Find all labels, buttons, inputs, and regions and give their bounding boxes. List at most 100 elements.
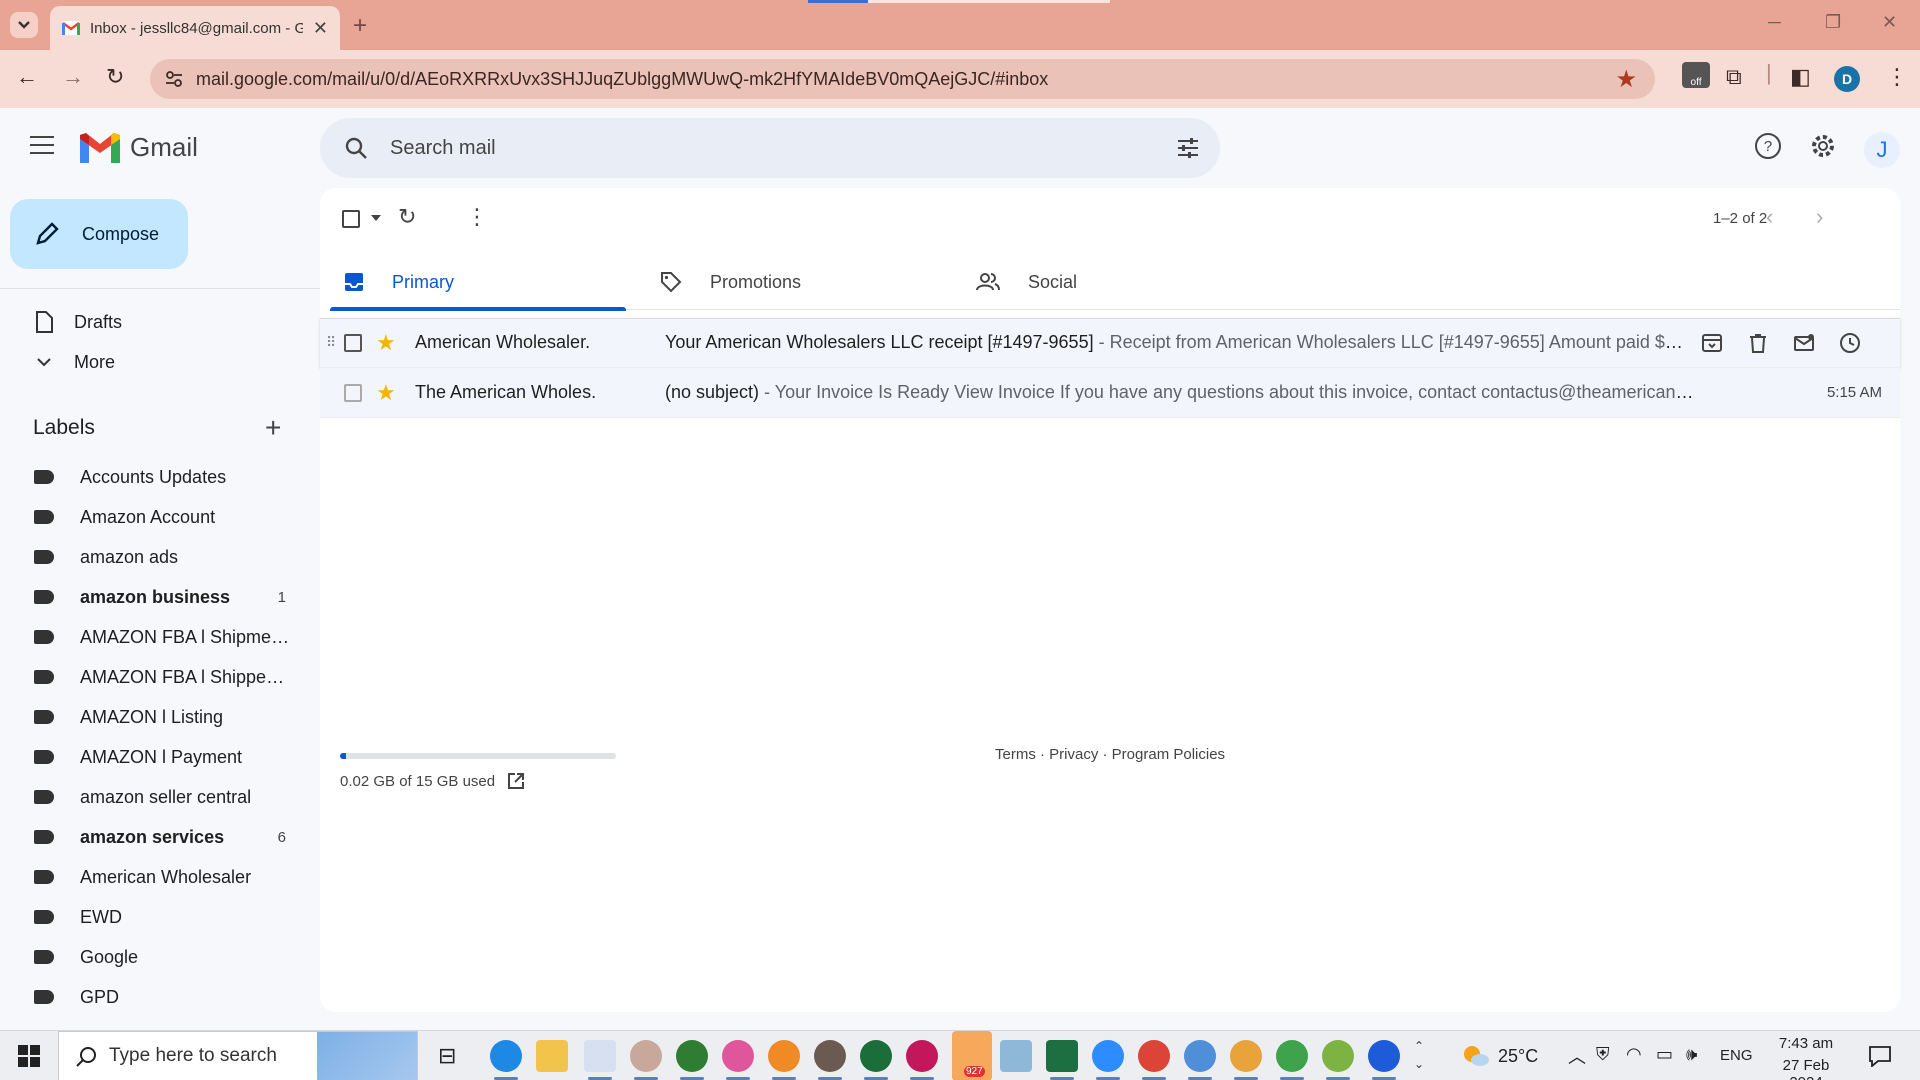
clock-time[interactable]: 7:43 am	[1766, 1035, 1846, 1052]
open-external-icon[interactable]	[507, 772, 525, 790]
tab-primary[interactable]: Primary	[330, 254, 626, 311]
compose-button[interactable]: Compose	[10, 199, 188, 269]
chrome-profile-9-icon[interactable]	[1230, 1040, 1262, 1080]
tab-close-icon[interactable]: ✕	[313, 18, 328, 39]
sidebar-label-item[interactable]: Amazon Account	[34, 497, 294, 537]
delete-icon[interactable]	[1747, 332, 1769, 354]
volume-icon[interactable]: 🕪	[1686, 1044, 1697, 1065]
forward-icon[interactable]: →	[62, 64, 84, 90]
sidebar-label-item[interactable]: AMAZON FBA l Shipped ...	[34, 657, 294, 697]
security-shield-icon[interactable]: ⛨	[1596, 1044, 1610, 1065]
chrome-profile-12-icon[interactable]	[1368, 1040, 1400, 1080]
back-icon[interactable]: ←	[16, 64, 38, 90]
notifications-icon[interactable]	[1868, 1045, 1892, 1067]
chrome-profile-8-icon[interactable]	[1184, 1040, 1216, 1080]
language-indicator[interactable]: ENG	[1720, 1047, 1753, 1064]
minimize-icon[interactable]: ─	[1768, 12, 1781, 33]
taskbar-search[interactable]: Type here to search	[58, 1031, 418, 1080]
edge-app-icon[interactable]	[490, 1040, 522, 1080]
chrome-profile-2-icon[interactable]	[676, 1040, 708, 1080]
battery-icon[interactable]: ▭	[1656, 1044, 1673, 1065]
drag-handle-icon[interactable]: ⠿	[326, 334, 336, 351]
restore-icon[interactable]: ❐	[1825, 12, 1841, 33]
new-tab-button[interactable]: +	[353, 12, 367, 40]
taskbar-overflow-arrows[interactable]: ⌃ ⌄	[1414, 1037, 1424, 1073]
main-menu-icon[interactable]	[30, 136, 54, 160]
extension-off-icon[interactable]: off	[1682, 62, 1710, 88]
sidebar-label-item[interactable]: Accounts Updates	[34, 457, 294, 497]
sidebar-label-item[interactable]: amazon services 6	[34, 817, 294, 857]
tray-expand-icon[interactable]: ︿	[1568, 1043, 1586, 1069]
tab-search-button[interactable]	[10, 12, 38, 38]
add-label-icon[interactable]: +	[265, 412, 281, 444]
footer-links[interactable]: Terms · Privacy · Program Policies	[995, 746, 1225, 763]
tab-social[interactable]: Social	[962, 254, 1258, 310]
archive-icon[interactable]	[1701, 332, 1723, 354]
wifi-icon[interactable]: ◠	[1626, 1044, 1642, 1065]
select-dropdown-icon[interactable]	[371, 215, 381, 221]
sidebar-label-item[interactable]: AMAZON FBA l Shipmen...	[34, 617, 294, 657]
chrome-profile-5-icon[interactable]	[814, 1040, 846, 1080]
reload-icon[interactable]: ↻	[106, 64, 124, 90]
window-close-icon[interactable]: ✕	[1882, 12, 1897, 33]
star-icon[interactable]: ★	[376, 330, 396, 356]
settings-gear-icon[interactable]	[1809, 132, 1837, 160]
side-panel-icon[interactable]: ◧	[1790, 64, 1811, 90]
chrome-profile-1-icon[interactable]	[630, 1040, 662, 1080]
chrome-app-icon[interactable]	[1138, 1040, 1170, 1080]
sidebar-label-item[interactable]: amazon business 1	[34, 577, 294, 617]
site-info-icon[interactable]	[164, 69, 184, 89]
refresh-icon[interactable]: ↻	[398, 204, 416, 230]
search-bar[interactable]	[320, 118, 1220, 178]
search-options-icon[interactable]	[1176, 136, 1200, 160]
more-options-icon[interactable]: ⋮	[466, 204, 488, 230]
file-explorer-icon[interactable]	[536, 1040, 568, 1072]
chrome-profile-3-icon[interactable]	[722, 1040, 754, 1080]
sidebar-label-item[interactable]: EWD	[34, 897, 294, 937]
bookmark-star-icon[interactable]: ★	[1615, 65, 1637, 94]
chrome-profile-6-icon[interactable]	[860, 1040, 892, 1080]
chrome-profile-10-icon[interactable]	[1276, 1040, 1308, 1080]
extensions-puzzle-icon[interactable]: ⧉	[1726, 64, 1742, 90]
excel-app-icon[interactable]	[1046, 1040, 1078, 1080]
sidebar-label-item[interactable]: American Wholesaler	[34, 857, 294, 897]
snooze-clock-icon[interactable]	[1839, 332, 1861, 354]
browser-profile-avatar[interactable]: D	[1834, 66, 1860, 92]
sidebar-label-item[interactable]: Google	[34, 937, 294, 977]
weather-temp[interactable]: 25°C	[1498, 1046, 1538, 1067]
task-view-icon[interactable]: ⊟	[438, 1043, 456, 1069]
previous-page-icon[interactable]: ‹	[1766, 204, 1773, 230]
sidebar-item-drafts[interactable]: Drafts	[0, 302, 300, 342]
browser-tab-gmail[interactable]: Inbox - jessllc84@gmail.com - Gmail ✕	[50, 6, 340, 50]
sidebar-label-item[interactable]: GPD	[34, 977, 294, 1017]
chrome-profile-11-icon[interactable]	[1322, 1040, 1354, 1080]
zoom-app-icon[interactable]	[1092, 1040, 1124, 1080]
email-checkbox[interactable]	[344, 333, 362, 352]
chrome-profile-7-icon[interactable]	[906, 1040, 938, 1080]
help-icon[interactable]: ?	[1754, 132, 1782, 160]
sidebar-label-item[interactable]: AMAZON l Listing	[34, 697, 294, 737]
tab-promotions[interactable]: Promotions	[646, 254, 942, 310]
sidebar-item-more[interactable]: More	[0, 342, 300, 382]
telegram-app-icon[interactable]: 927	[952, 1031, 992, 1080]
address-bar[interactable]: mail.google.com/mail/u/0/d/AEoRXRRxUvx3S…	[150, 59, 1655, 99]
next-page-icon[interactable]: ›	[1816, 204, 1823, 230]
select-all-checkbox[interactable]	[342, 210, 360, 228]
search-input[interactable]	[390, 136, 1090, 160]
windows-start-icon[interactable]	[18, 1045, 40, 1067]
email-row[interactable]: ⠿ ★ American Wholesaler. Your American W…	[320, 318, 1900, 368]
mark-as-read-icon[interactable]	[1793, 332, 1815, 354]
search-icon[interactable]	[344, 136, 368, 160]
clock-date[interactable]: 27 Feb 2024	[1764, 1057, 1848, 1080]
notepad-app-icon[interactable]	[1000, 1040, 1032, 1072]
star-icon[interactable]: ★	[376, 380, 396, 406]
snipping-tool-icon[interactable]	[584, 1040, 616, 1080]
chrome-profile-4-icon[interactable]	[768, 1040, 800, 1080]
account-avatar[interactable]: J	[1864, 132, 1900, 168]
gmail-logo[interactable]: Gmail	[80, 132, 198, 163]
sidebar-label-item[interactable]: AMAZON l Payment	[34, 737, 294, 777]
email-checkbox[interactable]	[344, 383, 362, 402]
browser-menu-icon[interactable]: ⋮	[1886, 64, 1908, 90]
sidebar-label-item[interactable]: amazon ads	[34, 537, 294, 577]
email-row[interactable]: ★ The American Wholes. (no subject) - Yo…	[320, 368, 1900, 418]
